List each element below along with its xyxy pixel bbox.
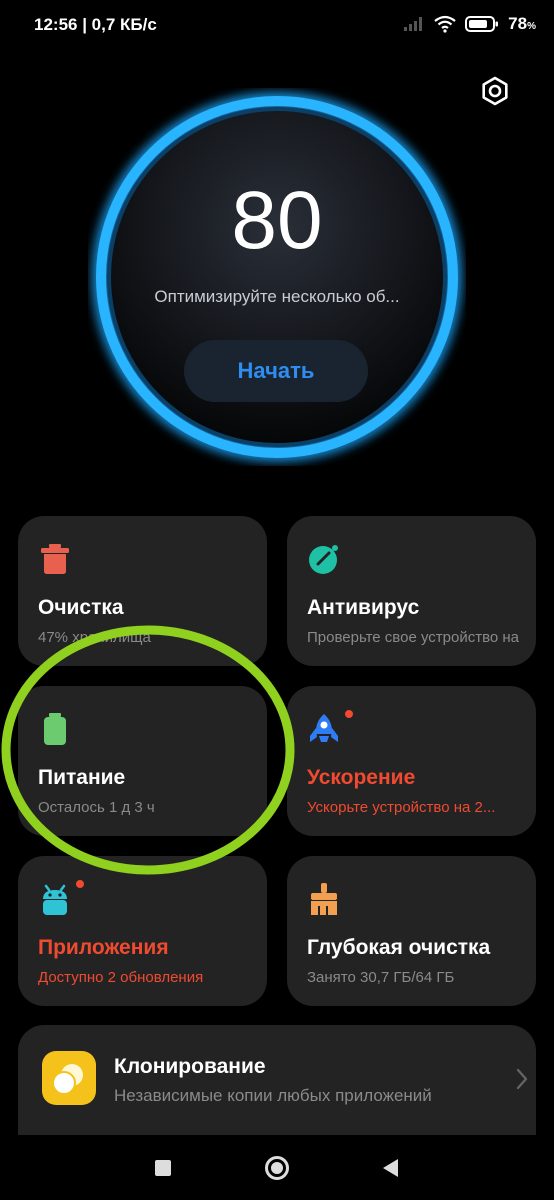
navigation-bar (0, 1135, 554, 1200)
gear-icon[interactable] (478, 74, 512, 108)
card-subtitle: Осталось 1 д 3 ч (38, 799, 155, 816)
status-icons: 78% (403, 14, 536, 34)
card-deep-clean[interactable]: Глубокая очистка Занято 30,7 ГБ/64 ГБ (287, 856, 536, 1006)
optimization-score: 80 (231, 175, 323, 266)
card-cloning[interactable]: Клонирование Независимые копии любых при… (18, 1025, 536, 1135)
card-title: Питание (38, 766, 126, 789)
card-antivirus[interactable]: Антивирус Проверьте свое устройство на (287, 516, 536, 666)
alert-dot (76, 880, 84, 888)
card-subtitle: Занято 30,7 ГБ/64 ГБ (307, 969, 455, 986)
home-icon[interactable] (264, 1155, 290, 1181)
start-button[interactable]: Начать (184, 340, 368, 402)
android-icon (43, 884, 67, 915)
card-subtitle: Доступно 2 обновления (38, 969, 204, 986)
card-title: Глубокая очистка (307, 936, 491, 959)
brush-icon (311, 883, 337, 915)
recents-icon[interactable] (154, 1159, 172, 1177)
status-bar: 12:56 | 0,7 КБ/с 78% (0, 0, 554, 52)
card-subtitle: Независимые копии любых приложений (114, 1086, 432, 1105)
card-cleaner[interactable]: Очистка 47% хранилища (18, 516, 267, 666)
score-description: Оптимизируйте несколько об... (154, 287, 400, 306)
rocket-icon (310, 714, 338, 742)
status-time-speed: 12:56 | 0,7 КБ/с (34, 15, 157, 34)
card-battery[interactable]: Питание Осталось 1 д 3 ч (18, 686, 267, 836)
battery-icon (465, 16, 499, 32)
card-apps[interactable]: Приложения Доступно 2 обновления (18, 856, 267, 1006)
battery-icon (44, 713, 66, 745)
score-ring (92, 92, 462, 462)
trash-icon (41, 544, 69, 574)
signal-icon (404, 17, 423, 31)
wifi-icon (434, 15, 456, 33)
shield-check-icon (309, 545, 338, 574)
card-subtitle: Проверьте свое устройство на (307, 629, 520, 646)
alert-dot (345, 710, 353, 718)
card-title: Антивирус (307, 596, 420, 619)
card-subtitle: Ускорьте устройство на 2... (307, 799, 496, 816)
card-boost[interactable]: Ускорение Ускорьте устройство на 2... (287, 686, 536, 836)
card-title: Ускорение (307, 766, 416, 789)
chevron-right-icon (516, 1068, 528, 1090)
clone-app-icon (42, 1051, 96, 1105)
battery-percent: 78% (508, 14, 536, 33)
card-title: Клонирование (114, 1055, 266, 1078)
card-title: Приложения (38, 936, 169, 959)
card-title: Очистка (38, 596, 124, 619)
back-icon[interactable] (380, 1157, 400, 1179)
card-subtitle: 47% хранилища (38, 629, 151, 646)
